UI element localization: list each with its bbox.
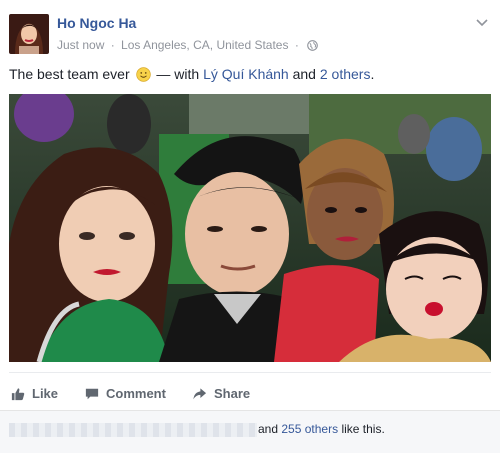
post-actions: Like Comment Share: [9, 372, 491, 411]
comment-icon: [85, 388, 99, 400]
chevron-down-icon[interactable]: [476, 14, 488, 32]
comment-button[interactable]: Comment: [85, 386, 166, 401]
likes-summary: and 255 others like this.: [258, 422, 385, 436]
thumbs-up-icon: [11, 388, 25, 401]
tagged-others-link[interactable]: 2 others: [320, 66, 371, 82]
likes-bar: and 255 others like this.: [0, 410, 500, 453]
post-message: The best team ever — with Lý Quí Khánh a…: [9, 66, 374, 82]
share-button[interactable]: Share: [192, 386, 250, 401]
and-text: and: [292, 66, 316, 82]
meta-separator: ·: [294, 38, 299, 52]
like-button[interactable]: Like: [11, 386, 58, 401]
with-text: — with: [156, 66, 200, 82]
meta-separator: ·: [110, 38, 115, 52]
share-label: Share: [214, 386, 251, 401]
redacted-names: [9, 423, 257, 437]
likes-suffix: like this.: [341, 422, 385, 436]
smile-emoji-icon: [135, 67, 151, 82]
author-avatar[interactable]: [9, 14, 49, 54]
post-timestamp[interactable]: Just now: [57, 38, 104, 52]
likes-and: and: [258, 422, 279, 436]
post-photo[interactable]: [9, 94, 491, 362]
post-location[interactable]: Los Angeles, CA, United States: [121, 38, 288, 52]
comment-label: Comment: [106, 386, 166, 401]
post-meta: Just now · Los Angeles, CA, United State…: [57, 38, 318, 54]
like-label: Like: [32, 386, 59, 401]
others-like-link[interactable]: 255 others: [281, 422, 338, 436]
tagged-friend-link[interactable]: Lý Quí Khánh: [203, 66, 289, 82]
period-text: .: [370, 66, 375, 82]
globe-icon[interactable]: [307, 40, 318, 54]
post-message-text: The best team ever: [9, 66, 130, 82]
author-name[interactable]: Ho Ngoc Ha: [57, 15, 136, 31]
share-arrow-icon: [193, 388, 207, 400]
facebook-post: Ho Ngoc Ha Just now · Los Angeles, CA, U…: [0, 0, 500, 453]
